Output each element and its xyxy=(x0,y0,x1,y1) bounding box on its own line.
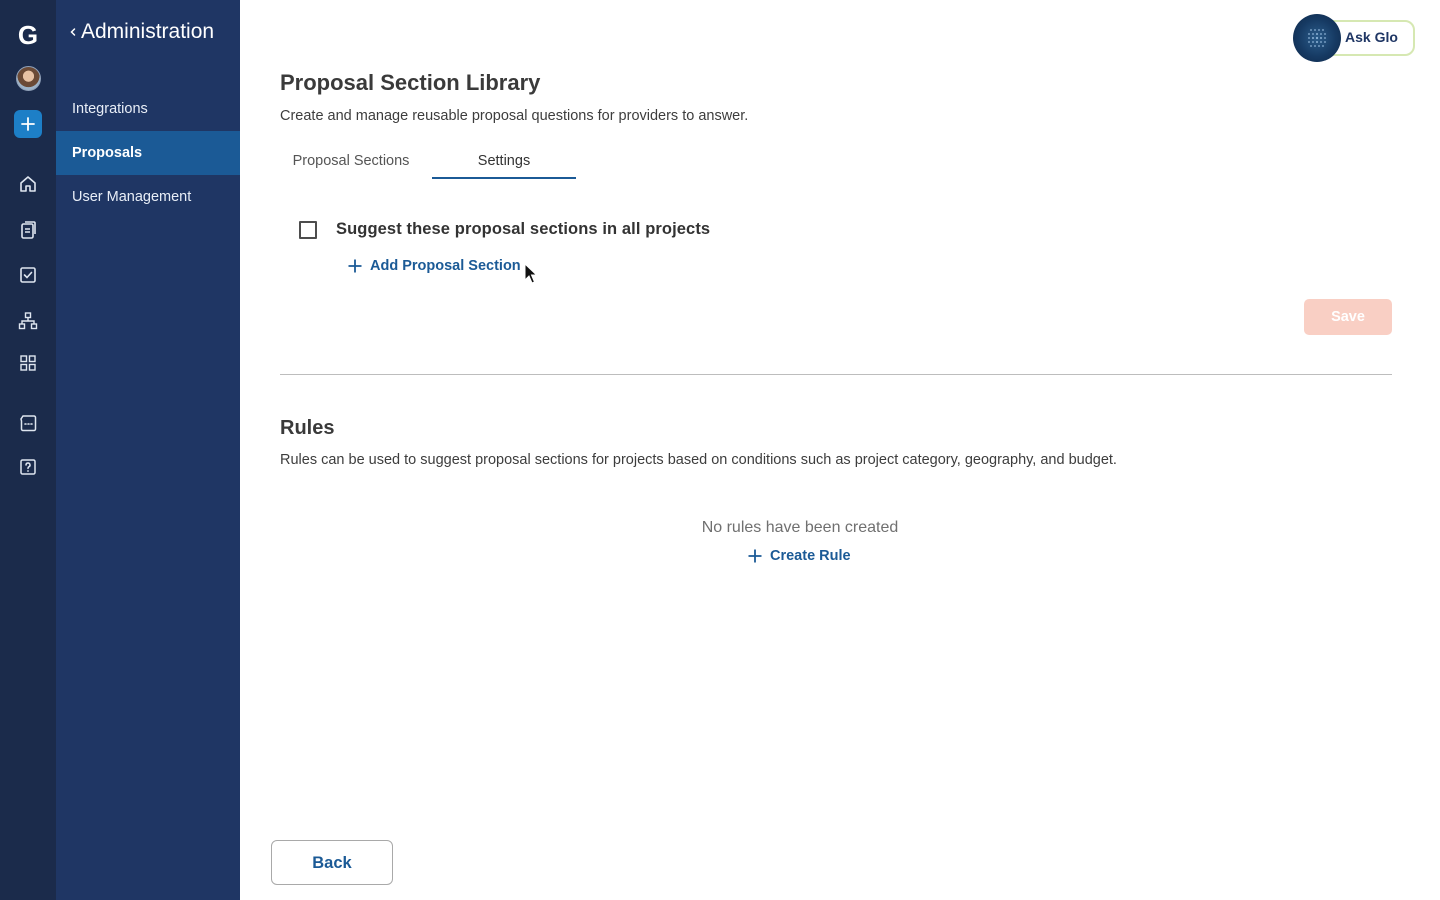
add-proposal-section-label: Add Proposal Section xyxy=(370,258,521,274)
suggest-sections-checkbox[interactable] xyxy=(299,220,317,239)
save-button[interactable]: Save xyxy=(1304,299,1392,335)
rules-title: Rules xyxy=(280,417,335,439)
documents-icon[interactable] xyxy=(16,218,40,242)
icon-rail: G xyxy=(0,0,56,900)
sidebar-item-integrations[interactable]: Integrations xyxy=(56,87,240,131)
avatar[interactable] xyxy=(16,66,41,91)
tab-proposal-sections[interactable]: Proposal Sections xyxy=(280,145,422,179)
apps-grid-icon[interactable] xyxy=(16,351,40,375)
sidebar-title: Administration xyxy=(81,20,215,43)
tab-bar: Proposal Sections Settings xyxy=(280,145,580,180)
add-proposal-section-link[interactable]: Add Proposal Section xyxy=(347,258,521,274)
ask-glo-label: Ask Glo xyxy=(1345,29,1398,45)
suggest-sections-label[interactable]: Suggest these proposal sections in all p… xyxy=(336,220,710,239)
ask-glo-button[interactable]: Ask Glo xyxy=(1293,14,1415,62)
page-title: Proposal Section Library xyxy=(280,70,541,95)
help-icon[interactable] xyxy=(16,455,40,479)
checklist-icon[interactable] xyxy=(16,263,40,287)
add-button[interactable] xyxy=(14,110,42,138)
add-icon xyxy=(21,117,35,131)
create-rule-label: Create Rule xyxy=(770,548,851,564)
back-button[interactable]: Back xyxy=(271,840,393,885)
org-chart-icon[interactable] xyxy=(16,309,40,333)
plus-icon xyxy=(748,549,762,563)
rules-description: Rules can be used to suggest proposal se… xyxy=(280,452,1117,468)
rules-empty-state: No rules have been created xyxy=(701,519,899,536)
home-icon[interactable] xyxy=(16,172,40,196)
page-subtitle: Create and manage reusable proposal ques… xyxy=(280,108,749,124)
glo-orb-icon xyxy=(1293,14,1341,62)
create-rule-link[interactable]: Create Rule xyxy=(747,548,851,564)
sidebar-item-user-management[interactable]: User Management xyxy=(56,175,240,219)
sidebar-header[interactable]: Administration xyxy=(68,20,214,44)
plus-icon xyxy=(348,259,362,273)
admin-sidebar: Administration Integrations Proposals Us… xyxy=(56,0,240,900)
suggest-sections-option: Suggest these proposal sections in all p… xyxy=(299,220,710,239)
tab-settings[interactable]: Settings xyxy=(432,145,576,179)
chevron-left-icon[interactable] xyxy=(68,25,80,39)
chat-icon[interactable] xyxy=(16,411,40,435)
sidebar-nav: Integrations Proposals User Management xyxy=(56,87,240,219)
app-logo[interactable]: G xyxy=(16,22,40,48)
sidebar-item-proposals[interactable]: Proposals xyxy=(56,131,240,175)
section-divider xyxy=(280,374,1392,375)
mouse-cursor-icon xyxy=(524,263,538,284)
